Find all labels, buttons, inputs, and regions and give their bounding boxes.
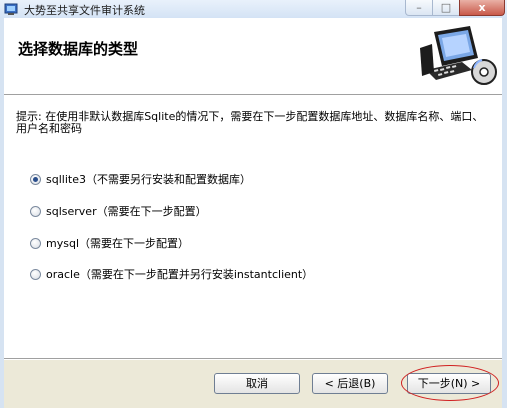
minimize-icon: – xyxy=(416,1,422,14)
wizard-header: 选择数据库的类型 xyxy=(4,18,502,94)
minimize-button[interactable]: – xyxy=(405,0,433,16)
option-label: sqllite3（不需要另行安装和配置数据库） xyxy=(46,173,251,186)
radio-mysql[interactable] xyxy=(30,237,41,249)
maximize-button[interactable]: □ xyxy=(432,0,460,16)
option-label: sqlserver（需要在下一步配置） xyxy=(46,205,207,218)
radio-sqllite3[interactable] xyxy=(30,173,41,185)
back-button[interactable]: < 后退(B) xyxy=(312,373,388,394)
content-area xyxy=(4,96,502,358)
app-icon xyxy=(4,3,18,15)
radio-sqlserver[interactable] xyxy=(30,205,41,217)
option-label: mysql（需要在下一步配置） xyxy=(46,237,189,250)
maximize-icon: □ xyxy=(440,1,452,14)
option-label: oracle（需要在下一步配置并另行安装instantclient） xyxy=(46,268,314,281)
cancel-button[interactable]: 取消 xyxy=(214,373,300,394)
title-bar: 大势至共享文件审计系统 – □ x xyxy=(0,0,507,19)
option-mysql[interactable]: mysql（需要在下一步配置） xyxy=(30,236,189,250)
option-sqllite3[interactable]: sqllite3（不需要另行安装和配置数据库） xyxy=(30,172,251,186)
next-button[interactable]: 下一步(N) > xyxy=(407,373,491,394)
window-frame-right xyxy=(502,18,507,408)
window-title: 大势至共享文件审计系统 xyxy=(24,4,145,17)
close-icon: x xyxy=(478,1,486,14)
option-sqlserver[interactable]: sqlserver（需要在下一步配置） xyxy=(30,204,207,218)
computer-with-disc-icon xyxy=(420,26,497,85)
close-button[interactable]: x xyxy=(459,0,505,16)
hint-text: 提示: 在使用非默认数据库Sqlite的情况下，需要在下一步配置数据库地址、数据… xyxy=(16,110,484,135)
page-title: 选择数据库的类型 xyxy=(18,40,139,58)
radio-oracle[interactable] xyxy=(30,268,41,280)
option-oracle[interactable]: oracle（需要在下一步配置并另行安装instantclient） xyxy=(30,267,313,281)
